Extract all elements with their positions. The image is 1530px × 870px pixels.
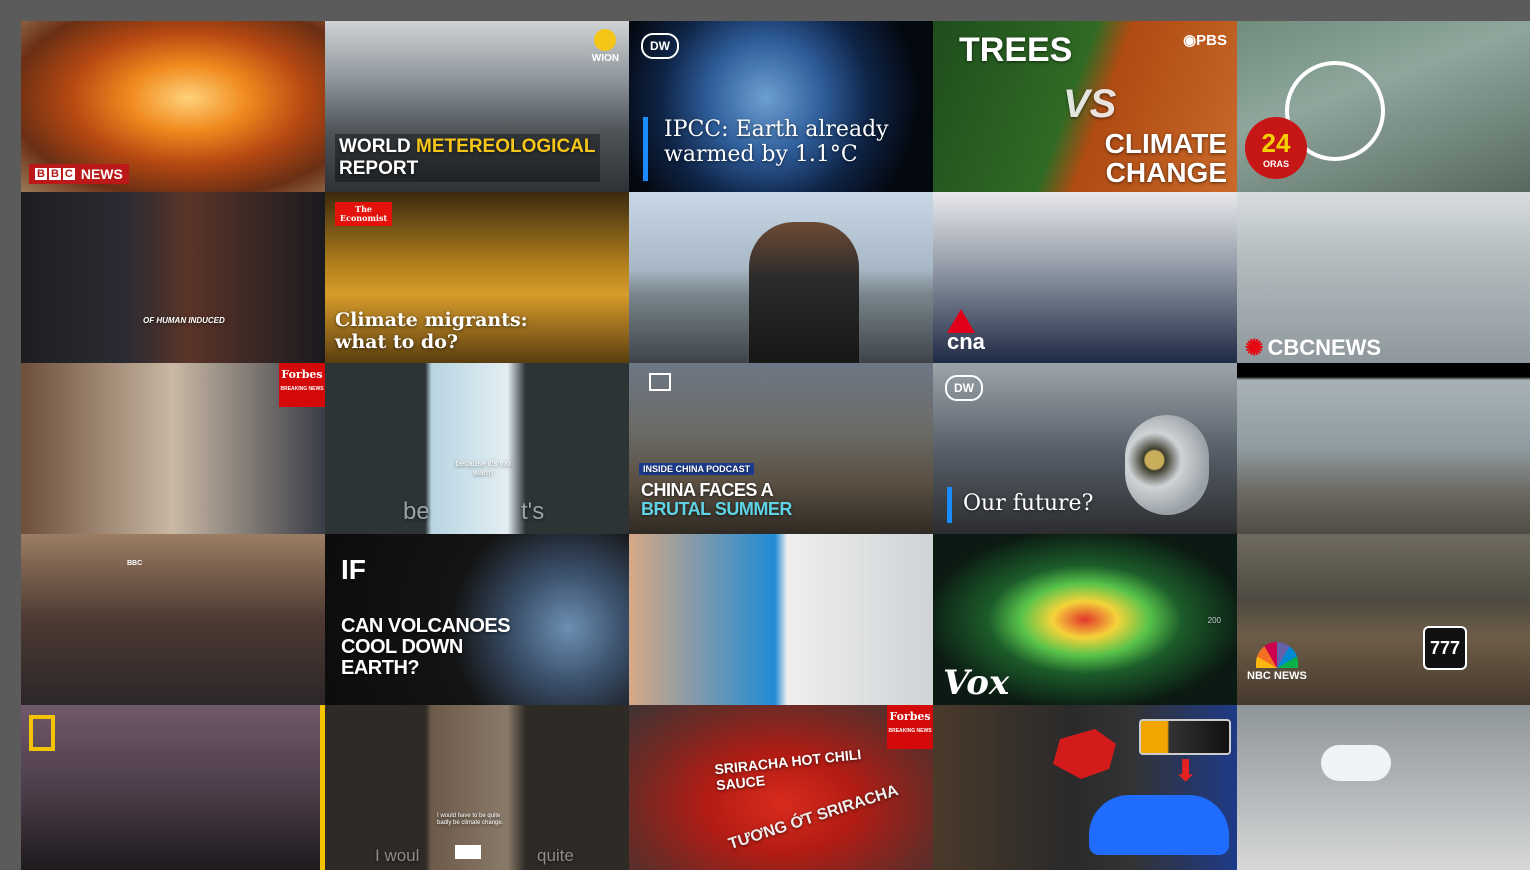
video-thumbnail-wildfire-bbc[interactable]: B B C NEWS [21,21,325,192]
bbc-logo: BBC [127,560,143,567]
video-thumbnail-nbc-flood[interactable]: NBC NEWS 777 [1237,534,1530,705]
video-title-overlay: CHINA FACES A BRUTAL SUMMER [641,480,792,519]
video-thumbnail-podcast-man[interactable]: OF HUMAN INDUCED [21,192,325,363]
video-thumbnail-grid: B B C NEWS WION WORLD METEREOLOGICAL REP… [21,21,1530,870]
video-thumbnail-flood-24-oras[interactable]: 24 ORAS [1237,21,1530,192]
wion-logo: WION [592,29,619,64]
radar-axis-label: 200 [1207,616,1221,625]
video-thumbnail-climate-migrants[interactable]: The Economist Climate migrants: what to d… [325,192,629,363]
dw-logo: DW [641,33,679,59]
cbc-gem-icon: ✺ [1245,335,1264,360]
video-thumbnail-amsterdam-bbc[interactable]: BBC [21,534,325,705]
bbc-news-logo: B B C NEWS [29,164,129,184]
thumbnail-image [325,363,629,534]
subtitle-left: I woul [375,846,420,866]
natgeo-logo-icon [29,715,55,751]
economist-logo: The Economist [335,202,393,226]
redaction-bar [455,845,481,859]
route-sign: 777 [1423,626,1467,670]
forbes-breaking-news-logo: Forbes BREAKING NEWS [279,363,325,407]
video-thumbnail-wmo-report[interactable]: WION WORLD METEREOLOGICAL REPORT [325,21,629,192]
subtitle-caption: OF HUMAN INDUCED [143,316,225,325]
thumbnail-image [629,534,933,705]
video-thumbnail-iceberg-short[interactable]: because it's too warm be t's [325,363,629,534]
video-thumbnail-trees-vs-climate[interactable]: ◉PBS TREES VS CLIMATE CHANGE [933,21,1237,192]
face-mask-shape [1321,745,1391,781]
podcast-label: INSIDE CHINA PODCAST [639,463,755,476]
thumbnail-image [1237,705,1530,870]
video-thumbnail-thames-barrier[interactable] [629,192,933,363]
thumbnail-image [1237,363,1530,534]
video-thumbnail-china-summer[interactable]: INSIDE CHINA PODCAST CHINA FACES A BRUTAL… [629,363,933,534]
video-thumbnail-congo-battery[interactable]: ⬇ [933,705,1237,870]
video-thumbnail-cna-panel[interactable]: cna [933,192,1237,363]
video-thumbnail-palm-beach[interactable] [1237,363,1530,534]
video-thumbnail-greta-peterson[interactable] [629,534,933,705]
video-title-overlay: IPCC: Earth already warmed by 1.1°C [664,117,889,168]
dw-logo: DW [945,375,983,401]
subtitle-left: be [403,498,430,526]
title-top: TREES [959,31,1073,69]
video-thumbnail-our-future-dw[interactable]: DW Our future? [933,363,1237,534]
overlay-subtitle: I would have to be quite badly be climat… [437,813,504,826]
video-thumbnail-forbes-hearing[interactable]: Forbes BREAKING NEWS [21,363,325,534]
battery-icon [1139,719,1231,755]
video-thumbnail-leo-natgeo[interactable] [21,705,325,870]
video-title-overlay: CAN VOLCANOES COOL DOWN EARTH? [341,615,511,679]
reporter-figure [749,222,859,363]
pbs-logo: ◉PBS [1183,32,1227,49]
gas-mask-figure [1125,415,1209,515]
overlay-text: because it's too warm [455,459,511,478]
cbc-news-logo: ✺ CBCNEWS [1245,335,1382,360]
cna-logo: cna [947,309,985,355]
video-thumbnail-face-mask[interactable] [1237,705,1530,870]
thumbnail-image [21,192,325,363]
video-title-overlay: Climate migrants: what to do? [335,309,528,353]
nbc-news-logo: NBC NEWS [1247,642,1307,682]
thumbnail-image [21,534,325,705]
accent-bar [643,117,648,181]
if-logo: IF [341,554,366,585]
24-oras-logo: 24 ORAS [1245,117,1307,179]
car-shape [1089,795,1229,855]
video-thumbnail-volcanoes[interactable]: IF CAN VOLCANOES COOL DOWN EARTH? [325,534,629,705]
forbes-breaking-news-logo: Forbes BREAKING NEWS [887,705,933,749]
video-thumbnail-bookshelf-interview[interactable]: I would have to be quite badly be climat… [325,705,629,870]
subtitle-right: t's [521,498,545,526]
nbc-peacock-icon [1255,642,1298,668]
thumbnail-image [21,705,325,870]
podcast-logo-icon [649,373,671,391]
wion-emblem-icon [594,29,617,51]
video-title-overlay: WORLD METEREOLOGICAL REPORT [335,134,600,182]
video-title-overlay: Our future? [963,491,1094,516]
video-thumbnail-sriracha-forbes[interactable]: SRIRACHA HOT CHILI SAUCE TƯƠNG ỚT SRIRAC… [629,705,933,870]
video-thumbnail-snow-cbc[interactable]: ✺ CBCNEWS [1237,192,1530,363]
title-vs: VS [1063,82,1117,126]
video-thumbnail-vox-radar[interactable]: 200 Vox [933,534,1237,705]
vox-logo: Vox [943,663,1010,703]
subtitle-right: quite [537,846,574,866]
video-thumbnail-ipcc-dw[interactable]: DW IPCC: Earth already warmed by 1.1°C [629,21,933,192]
down-arrow-icon: ⬇ [1173,755,1199,788]
accent-bar [947,487,952,523]
title-bottom: CLIMATE CHANGE [1104,128,1227,189]
